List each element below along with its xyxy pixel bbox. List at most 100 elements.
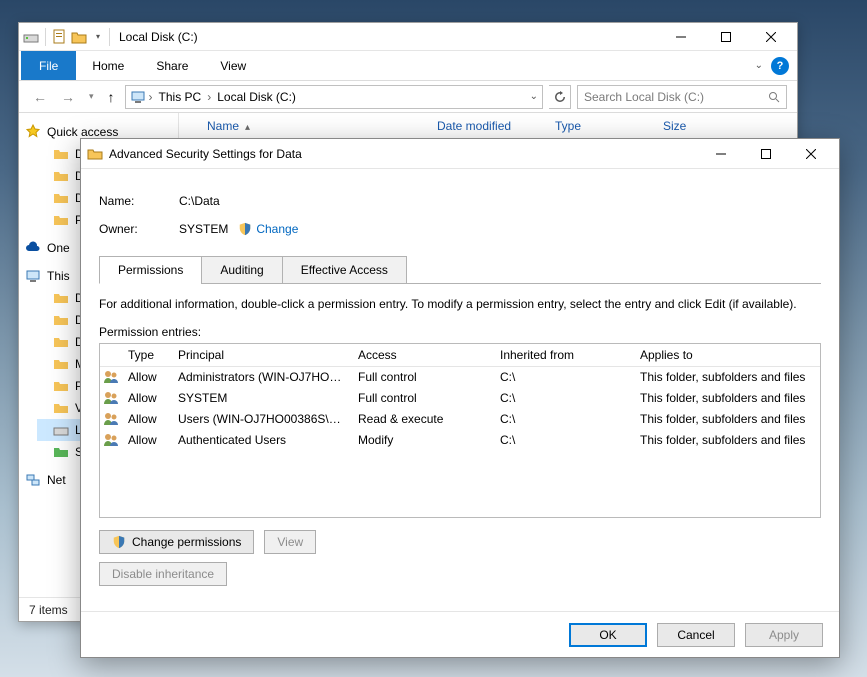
search-input[interactable]: Search Local Disk (C:) xyxy=(577,85,787,109)
cell-inherited: C:\ xyxy=(494,370,634,384)
cell-type: Allow xyxy=(122,412,172,426)
properties-icon[interactable] xyxy=(52,29,68,45)
file-tab[interactable]: File xyxy=(21,51,76,80)
qat-dropdown-icon[interactable]: ▾ xyxy=(90,29,106,45)
folder-icon xyxy=(87,146,103,162)
refresh-button[interactable] xyxy=(549,85,571,109)
cell-inherited: C:\ xyxy=(494,433,634,447)
cloud-icon xyxy=(25,240,41,256)
minimize-button[interactable] xyxy=(658,23,703,51)
principal-icon xyxy=(100,369,122,385)
principal-icon xyxy=(100,432,122,448)
share-tab[interactable]: Share xyxy=(140,51,204,80)
permissions-table: Type Principal Access Inherited from App… xyxy=(99,343,821,518)
chevron-right-icon[interactable]: › xyxy=(207,90,211,104)
recent-dropdown-icon[interactable]: ▾ xyxy=(85,91,98,102)
cell-type: Allow xyxy=(122,433,172,447)
cell-principal: Users (WIN-OJ7HO00386S\Us… xyxy=(172,412,352,426)
up-button[interactable]: ↑ xyxy=(104,89,119,105)
folder-icon xyxy=(53,146,69,162)
back-button[interactable]: ← xyxy=(29,89,51,105)
cell-inherited: C:\ xyxy=(494,412,634,426)
header-principal[interactable]: Principal xyxy=(172,344,352,366)
cell-type: Allow xyxy=(122,370,172,384)
ok-button[interactable]: OK xyxy=(569,623,647,647)
permission-row[interactable]: AllowAdministrators (WIN-OJ7HO0…Full con… xyxy=(100,367,820,388)
cell-access: Modify xyxy=(352,433,494,447)
breadcrumb-dropdown-icon[interactable]: ⌄ xyxy=(530,91,538,102)
header-access[interactable]: Access xyxy=(352,344,494,366)
cell-applies: This folder, subfolders and files xyxy=(634,412,820,426)
name-label: Name: xyxy=(99,194,179,208)
tab-auditing[interactable]: Auditing xyxy=(201,256,282,284)
column-date[interactable]: Date modified xyxy=(431,119,549,133)
explorer-titlebar: ▾ Local Disk (C:) xyxy=(19,23,797,51)
cell-applies: This folder, subfolders and files xyxy=(634,391,820,405)
apply-button[interactable]: Apply xyxy=(745,623,823,647)
shield-icon xyxy=(238,222,252,236)
permission-row[interactable]: AllowSYSTEMFull controlC:\This folder, s… xyxy=(100,388,820,409)
change-permissions-button[interactable]: Change permissions xyxy=(99,530,254,554)
cell-access: Full control xyxy=(352,391,494,405)
folder-icon xyxy=(53,378,69,394)
folder-icon xyxy=(53,190,69,206)
ribbon-expand-icon[interactable]: ⌄ xyxy=(755,60,763,71)
cancel-button[interactable]: Cancel xyxy=(657,623,735,647)
dialog-maximize-button[interactable] xyxy=(743,140,788,168)
owner-label: Owner: xyxy=(99,222,179,236)
security-dialog: Advanced Security Settings for Data Name… xyxy=(80,138,840,658)
star-icon xyxy=(25,124,41,140)
column-size[interactable]: Size xyxy=(657,119,737,133)
new-folder-icon[interactable] xyxy=(71,29,87,45)
search-placeholder: Search Local Disk (C:) xyxy=(584,90,704,104)
tab-effective-access[interactable]: Effective Access xyxy=(282,256,407,284)
close-button[interactable] xyxy=(748,23,793,51)
forward-button[interactable]: → xyxy=(57,89,79,105)
quick-access-toolbar: ▾ xyxy=(23,28,106,46)
cell-principal: Administrators (WIN-OJ7HO0… xyxy=(172,370,352,384)
entries-label: Permission entries: xyxy=(99,325,821,339)
dialog-minimize-button[interactable] xyxy=(698,140,743,168)
cell-applies: This folder, subfolders and files xyxy=(634,370,820,384)
cell-principal: Authenticated Users xyxy=(172,433,352,447)
cell-access: Full control xyxy=(352,370,494,384)
column-type[interactable]: Type xyxy=(549,119,657,133)
disable-inheritance-button[interactable]: Disable inheritance xyxy=(99,562,227,586)
tab-permissions[interactable]: Permissions xyxy=(99,256,202,284)
search-icon xyxy=(768,91,780,103)
maximize-button[interactable] xyxy=(703,23,748,51)
dialog-title: Advanced Security Settings for Data xyxy=(103,147,698,161)
name-value: C:\Data xyxy=(179,194,220,208)
folder-icon xyxy=(53,168,69,184)
header-type[interactable]: Type xyxy=(122,344,172,366)
tab-panel-permissions: For additional information, double-click… xyxy=(99,283,821,586)
cell-inherited: C:\ xyxy=(494,391,634,405)
permission-row[interactable]: AllowAuthenticated UsersModifyC:\This fo… xyxy=(100,430,820,451)
header-inherited[interactable]: Inherited from xyxy=(494,344,634,366)
hint-text: For additional information, double-click… xyxy=(99,296,821,313)
view-button[interactable]: View xyxy=(264,530,316,554)
breadcrumb-segment[interactable]: Local Disk (C:) xyxy=(214,90,299,104)
change-owner-link[interactable]: Change xyxy=(238,222,298,236)
view-tab[interactable]: View xyxy=(204,51,262,80)
column-name[interactable]: Name▴ xyxy=(201,119,431,133)
home-tab[interactable]: Home xyxy=(76,51,140,80)
header-applies[interactable]: Applies to xyxy=(634,344,820,366)
shield-icon xyxy=(112,535,126,549)
drive-icon xyxy=(53,422,69,438)
nav-bar: ← → ▾ ↑ › This PC › Local Disk (C:) ⌄ Se… xyxy=(19,81,797,113)
folder-icon xyxy=(53,444,69,460)
breadcrumb-segment[interactable]: This PC xyxy=(156,90,205,104)
ribbon: File Home Share View ⌄ ? xyxy=(19,51,797,81)
dialog-titlebar: Advanced Security Settings for Data xyxy=(81,139,839,169)
cell-applies: This folder, subfolders and files xyxy=(634,433,820,447)
cell-access: Read & execute xyxy=(352,412,494,426)
column-headers: Name▴ Date modified Type Size xyxy=(179,113,797,139)
help-icon[interactable]: ? xyxy=(771,57,789,75)
breadcrumb[interactable]: › This PC › Local Disk (C:) ⌄ xyxy=(125,85,543,109)
folder-icon xyxy=(53,312,69,328)
permission-row[interactable]: AllowUsers (WIN-OJ7HO00386S\Us…Read & ex… xyxy=(100,409,820,430)
chevron-right-icon[interactable]: › xyxy=(149,90,153,104)
dialog-close-button[interactable] xyxy=(788,140,833,168)
folder-icon xyxy=(53,290,69,306)
